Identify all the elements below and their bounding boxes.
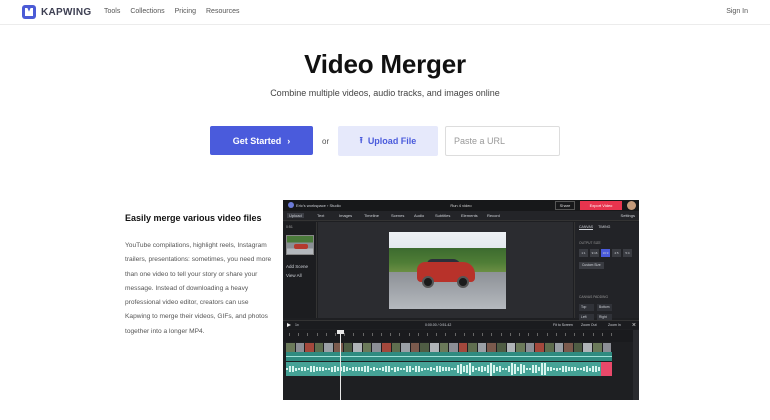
top-nav-bar: KAPWING Tools Collections Pricing Resour… (0, 0, 770, 25)
add-scene-label: Add Scene (286, 264, 309, 269)
ratio-option: 9:16 (590, 249, 599, 257)
video-frame-red-car (389, 232, 506, 309)
zoom-out-button: Zoom Out (581, 323, 597, 327)
editor-screenshot: Eric's workspace › Studio Run 4 video Sh… (283, 200, 639, 400)
feature-title: Easily merge various video files (125, 213, 262, 223)
page-title: Video Merger (304, 49, 466, 79)
zoom-in-button: Zoom In (608, 323, 621, 327)
share-button: Share (555, 201, 575, 210)
scene-thumbnail (286, 235, 314, 255)
tool-timeline: Timeline (364, 213, 379, 218)
nav-item-collections[interactable]: Collections (130, 8, 164, 15)
upload-file-label: Upload File (367, 136, 417, 146)
or-separator: or (322, 137, 330, 146)
ratio-option: 5:4 (623, 249, 632, 257)
tool-subtitles: Subtitles (435, 213, 451, 218)
get-started-label: Get Started (232, 135, 282, 146)
fit-to-screen-button: Fit to Screen (553, 323, 573, 327)
aspect-ratio-options: 1:1 9:16 16:9 4:5 5:4 (579, 249, 632, 257)
editor-top-bar: Eric's workspace › Studio Run 4 video Sh… (283, 200, 639, 211)
upload-icon: ⭱ (359, 135, 363, 145)
tool-record: Record (487, 213, 500, 218)
editor-toolbar: Upload Text Images Timeline Scenes Audio… (283, 211, 639, 221)
tool-images: Images (339, 213, 353, 218)
padding-options: Top Bottom Left Right (579, 304, 612, 321)
sign-in-link[interactable]: Sign In (726, 8, 748, 15)
kapwing-logo[interactable]: KAPWING (22, 5, 91, 19)
timeline-scrollbar (633, 330, 639, 400)
url-input[interactable] (445, 126, 560, 156)
audio-track (286, 362, 612, 376)
scenes-panel: 0:51 Add Scene View All (283, 222, 317, 318)
export-video-button: Export Video (580, 201, 622, 210)
scene-duration: 0:51 (286, 225, 293, 229)
tool-elements: Elements (461, 213, 478, 218)
audio-clip-end (601, 362, 612, 376)
ratio-option: 1:1 (579, 249, 588, 257)
page-subtitle: Combine multiple videos, audio tracks, a… (270, 88, 500, 98)
settings-label: Settings (620, 213, 635, 218)
tab-timing: TIMING (598, 225, 611, 229)
tool-text: Text (317, 213, 325, 218)
timeline-playhead (337, 330, 344, 400)
close-icon: × (631, 322, 636, 329)
editor-canvas (318, 222, 573, 318)
tab-canvas: CANVAS (579, 225, 594, 230)
play-icon (287, 323, 291, 327)
properties-panel: CANVAS TIMING OUTPUT SIZE 1:1 9:16 16:9 … (574, 222, 639, 321)
speed-label: 1x (295, 323, 299, 327)
time-readout: 0:00.00 / 0:51.42 (425, 323, 452, 327)
main-nav: Tools Collections Pricing Resources (104, 8, 239, 15)
chevron-right-icon: › (287, 135, 291, 146)
tool-scenes: Scenes (391, 213, 405, 218)
panel-tabs: CANVAS TIMING (579, 225, 610, 230)
video-audio-track (286, 352, 612, 361)
tool-upload: Upload (287, 213, 304, 218)
custom-size-button: Custom Size (579, 262, 604, 269)
kapwing-logo-icon (22, 5, 36, 19)
video-track (286, 343, 612, 352)
user-avatar (627, 201, 636, 210)
nav-item-tools[interactable]: Tools (104, 8, 120, 15)
playback-controls: 1x 0:00.00 / 0:51.42 Fit to Screen Zoom … (283, 320, 639, 329)
nav-item-resources[interactable]: Resources (206, 8, 239, 15)
pad-top: Top (579, 304, 594, 311)
brand-name: KAPWING (41, 6, 92, 18)
ratio-option-selected: 16:9 (601, 249, 610, 257)
tool-audio: Audio (414, 213, 425, 218)
upload-file-button[interactable]: ⭱ Upload File (338, 126, 438, 156)
output-size-label: OUTPUT SIZE (579, 241, 601, 245)
ratio-option: 4:5 (612, 249, 621, 257)
view-all-label: View All (286, 273, 302, 278)
canvas-padding-label: CANVAS PADDING (579, 295, 609, 299)
get-started-button[interactable]: Get Started › (210, 126, 313, 155)
pad-bottom: Bottom (597, 304, 612, 311)
feature-description: YouTube compilations, highlight reels, I… (125, 242, 272, 335)
nav-item-pricing[interactable]: Pricing (175, 8, 196, 15)
